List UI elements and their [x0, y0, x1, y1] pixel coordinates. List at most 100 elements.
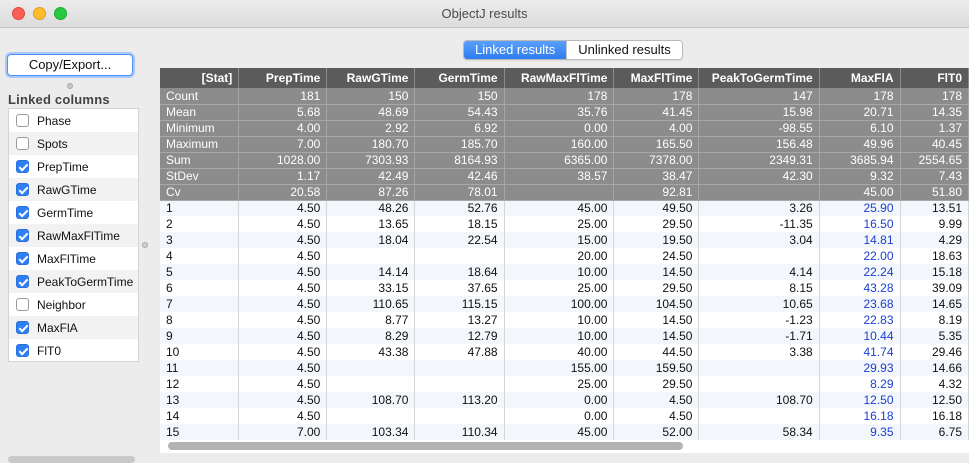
- column-checkbox[interactable]: [16, 229, 29, 242]
- column-header[interactable]: PrepTime: [238, 68, 328, 88]
- column-header[interactable]: RawGTime: [326, 68, 416, 88]
- table-cell: [698, 376, 820, 392]
- column-item-maxfla[interactable]: MaxFlA: [9, 316, 138, 339]
- column-item-phase[interactable]: Phase: [9, 109, 138, 132]
- table-cell: 3.38: [698, 344, 820, 360]
- table-row[interactable]: 5 4.50 14.14 18.64 10.00 14.50 4.14 22.24 15.18: [160, 264, 969, 280]
- table-row[interactable]: 11 4.50 155.00 159.50 29.93 14.66: [160, 360, 969, 376]
- table-cell: 7378.00: [613, 152, 700, 169]
- table-row[interactable]: 15 7.00 103.34 110.34 45.00 52.00 58.34 9.35 6.7…: [160, 424, 969, 440]
- table-cell: Sum: [160, 152, 240, 169]
- column-header[interactable]: RawMaxFlTime: [504, 68, 615, 88]
- column-item-germtime[interactable]: GermTime: [9, 201, 138, 224]
- tab-linked-results[interactable]: Linked results: [464, 41, 567, 59]
- stat-row[interactable]: Maximum 7.00 180.70 185.70 160.00 165.50 156.4…: [160, 136, 969, 153]
- table-cell: 4.50: [238, 408, 328, 424]
- splitter-handle[interactable]: [67, 83, 73, 89]
- table-cell: 4.50: [238, 232, 328, 248]
- column-item-rawgtime[interactable]: RawGTime: [9, 178, 138, 201]
- column-checkbox[interactable]: [16, 114, 29, 127]
- table-row[interactable]: 4 4.50 20.00 24.50 22.00 18.63: [160, 248, 969, 264]
- table-cell: 18.04: [326, 232, 416, 248]
- table-row[interactable]: 8 4.50 8.77 13.27 10.00 14.50 -1.23 22.83 8.19: [160, 312, 969, 328]
- table-cell: [504, 184, 615, 201]
- column-checkbox[interactable]: [16, 206, 29, 219]
- table-cell: 4.00: [613, 120, 700, 137]
- table-cell: 11: [160, 360, 240, 376]
- table-cell: 7.00: [238, 136, 328, 153]
- column-checkbox[interactable]: [16, 137, 29, 150]
- column-checkbox[interactable]: [16, 275, 29, 288]
- table-cell: 2554.65: [900, 152, 969, 169]
- table-cell: 4.32: [900, 376, 969, 392]
- column-item-peaktogermtime[interactable]: PeakToGermTime: [9, 270, 138, 293]
- table-row[interactable]: 2 4.50 13.65 18.15 25.00 29.50 -11.35 16.50 9.99: [160, 216, 969, 232]
- column-header[interactable]: MaxFlA: [819, 68, 901, 88]
- table-cell: 150: [326, 88, 416, 105]
- table-cell: 6.92: [414, 120, 505, 137]
- table-row[interactable]: 9 4.50 8.29 12.79 10.00 14.50 -1.71 10.44 5.35: [160, 328, 969, 344]
- table-cell: Maximum: [160, 136, 240, 153]
- table-cell: 25.90: [819, 200, 901, 216]
- column-item-preptime[interactable]: PrepTime: [9, 155, 138, 178]
- table-cell: 29.50: [613, 280, 700, 296]
- table-row[interactable]: 13 4.50 108.70 113.20 0.00 4.50 108.70 12.50 12.…: [160, 392, 969, 408]
- column-header[interactable]: GermTime: [414, 68, 505, 88]
- column-checkbox[interactable]: [16, 160, 29, 173]
- stat-row[interactable]: Mean 5.68 48.69 54.43 35.76 41.45 15.98 20.71 14…: [160, 104, 969, 121]
- table-cell: 38.47: [613, 168, 700, 185]
- column-header[interactable]: FlT0: [900, 68, 969, 88]
- table-cell: 4.50: [238, 248, 328, 264]
- table-cell: 16.18: [819, 408, 901, 424]
- table-cell: 25.00: [504, 216, 615, 232]
- table-cell: 12.79: [414, 328, 505, 344]
- table-row[interactable]: 12 4.50 25.00 29.50 8.29 4.32: [160, 376, 969, 392]
- table-row[interactable]: 6 4.50 33.15 37.65 25.00 29.50 8.15 43.28 39.09: [160, 280, 969, 296]
- column-item-spots[interactable]: Spots: [9, 132, 138, 155]
- column-item-rawmaxfltime[interactable]: RawMaxFlTime: [9, 224, 138, 247]
- table-cell: 4.50: [238, 280, 328, 296]
- table-row[interactable]: 7 4.50 110.65 115.15 100.00 104.50 10.65 23.68 1…: [160, 296, 969, 312]
- table-cell: 42.30: [698, 168, 820, 185]
- table-cell: 12: [160, 376, 240, 392]
- table-cell: 39.09: [900, 280, 969, 296]
- column-header[interactable]: [Stat]: [160, 68, 240, 88]
- table-cell: 20.58: [238, 184, 328, 201]
- table-row[interactable]: 3 4.50 18.04 22.54 15.00 19.50 3.04 14.81 4.29: [160, 232, 969, 248]
- column-item-flt0[interactable]: FlT0: [9, 339, 138, 362]
- column-checkbox[interactable]: [16, 321, 29, 334]
- column-checkbox[interactable]: [16, 252, 29, 265]
- copy-export-button[interactable]: Copy/Export...: [7, 54, 133, 76]
- table-cell: 22.54: [414, 232, 505, 248]
- table-cell: 14: [160, 408, 240, 424]
- stat-row[interactable]: Sum 1028.00 7303.93 8164.93 6365.00 7378.00 23…: [160, 152, 969, 169]
- table-cell: 1: [160, 200, 240, 216]
- table-cell: 113.20: [414, 392, 505, 408]
- stat-row[interactable]: Cv 20.58 87.26 78.01 92.81 45.00 51.80: [160, 184, 969, 201]
- table-cell: 4.50: [613, 408, 700, 424]
- column-item-maxfltime[interactable]: MaxFlTime: [9, 247, 138, 270]
- stat-row[interactable]: Minimum 4.00 2.92 6.92 0.00 4.00 -98.55 6.10 1.3…: [160, 120, 969, 137]
- stat-row[interactable]: StDev 1.17 42.49 42.46 38.57 38.47 42.30 9.32 7.…: [160, 168, 969, 185]
- column-item-neighbor[interactable]: Neighbor: [9, 293, 138, 316]
- table-row[interactable]: 10 4.50 43.38 47.88 40.00 44.50 3.38 41.74 29.46: [160, 344, 969, 360]
- table-row[interactable]: 14 4.50 0.00 4.50 16.18 16.18: [160, 408, 969, 424]
- column-header[interactable]: PeakToGermTime: [698, 68, 820, 88]
- table-cell: 0.00: [504, 408, 615, 424]
- column-checkbox[interactable]: [16, 298, 29, 311]
- table-cell: StDev: [160, 168, 240, 185]
- table-horizontal-scrollbar[interactable]: [168, 442, 683, 450]
- table-cell: 14.66: [900, 360, 969, 376]
- column-checkbox[interactable]: [16, 344, 29, 357]
- panel-resize-handle[interactable]: [142, 242, 148, 248]
- column-label: PrepTime: [37, 159, 89, 174]
- table-cell: -98.55: [698, 120, 820, 137]
- stat-row[interactable]: Count 181 150 150 178 178 147 178 178: [160, 88, 969, 105]
- tab-unlinked-results[interactable]: Unlinked results: [566, 41, 682, 59]
- table-row[interactable]: 1 4.50 48.26 52.76 45.00 49.50 3.26 25.90 13.51: [160, 200, 969, 216]
- left-horizontal-scrollbar[interactable]: [8, 456, 135, 463]
- column-header[interactable]: MaxFlTime: [613, 68, 700, 88]
- column-checkbox[interactable]: [16, 183, 29, 196]
- table-cell: 7: [160, 296, 240, 312]
- table-cell: 15: [160, 424, 240, 440]
